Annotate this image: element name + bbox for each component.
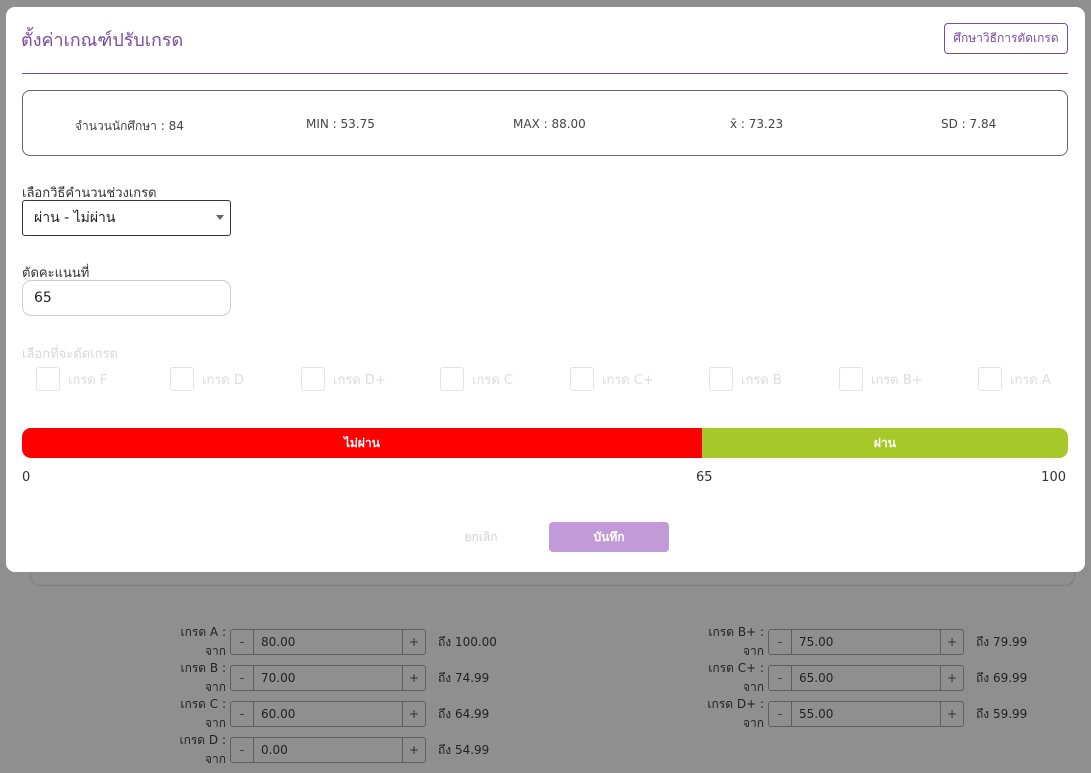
cancel-button[interactable]: ยกเลิก <box>451 524 511 550</box>
checkbox-icon[interactable] <box>440 367 464 391</box>
grade-range-row: เกรด B+ : จาก - 75.00 + ถึง 79.99 <box>698 623 1027 661</box>
checkbox-icon[interactable] <box>709 367 733 391</box>
grade-checkbox-label: เกรด B+ <box>871 372 923 388</box>
grade-range-to: ถึง 59.99 <box>976 706 1028 721</box>
grade-checkbox-label: เกรด B <box>741 372 782 388</box>
grade-range-row: เกรด C : จาก - 60.00 + ถึง 64.99 <box>160 695 489 733</box>
decrement-button[interactable]: - <box>231 702 253 726</box>
increment-button[interactable]: + <box>403 738 425 762</box>
grade-range-input[interactable]: 75.00 <box>791 630 941 654</box>
grade-range-row: เกรด C+ : จาก - 65.00 + ถึง 69.99 <box>698 659 1027 697</box>
grade-checkbox-f[interactable]: เกรด F <box>36 367 107 391</box>
grade-range-stepper[interactable]: - 65.00 + <box>768 665 964 691</box>
grade-range-stepper[interactable]: - 70.00 + <box>230 665 426 691</box>
grade-range-row: เกรด B : จาก - 70.00 + ถึง 74.99 <box>160 659 489 697</box>
method-select-value: ผ่าน - ไม่ผ่าน <box>34 210 116 226</box>
grade-range-input[interactable]: 55.00 <box>791 702 941 726</box>
grade-range-to: ถึง 74.99 <box>438 670 490 685</box>
stat-min: MIN : 53.75 <box>306 117 375 131</box>
method-select[interactable]: ผ่าน - ไม่ผ่าน <box>22 200 231 236</box>
grade-criteria-modal: ตั้งค่าเกณฑ์ปรับเกรด ศึกษาวิธีการตัดเกรด… <box>6 7 1085 572</box>
grade-range-input[interactable]: 0.00 <box>253 738 403 762</box>
grade-checkbox-a[interactable]: เกรด A <box>978 367 1051 391</box>
save-button[interactable]: บันทึก <box>549 522 669 552</box>
increment-button[interactable]: + <box>941 666 963 690</box>
grade-range-label: เกรด B : จาก <box>180 661 226 694</box>
grade-range-row: เกรด A : จาก - 80.00 + ถึง 100.00 <box>160 623 497 661</box>
statistics-box: จำนวนนักศึกษา : 84 MIN : 53.75 MAX : 88.… <box>22 90 1068 156</box>
decrement-button[interactable]: - <box>769 666 791 690</box>
decrement-button[interactable]: - <box>769 630 791 654</box>
grade-checkbox-c-plus[interactable]: เกรด C+ <box>570 367 654 391</box>
grade-checkbox-label: เกรด A <box>1010 372 1051 388</box>
stat-students: จำนวนนักศึกษา : 84 <box>75 119 184 133</box>
grade-checkbox-label: เกรด D <box>202 372 244 388</box>
stat-max: MAX : 88.00 <box>513 117 586 131</box>
grade-range-row: เกรด D+ : จาก - 55.00 + ถึง 59.99 <box>698 695 1027 733</box>
study-grading-button[interactable]: ศึกษาวิธีการตัดเกรด <box>944 23 1068 54</box>
grade-range-input[interactable]: 80.00 <box>253 630 403 654</box>
grade-range-input[interactable]: 60.00 <box>253 702 403 726</box>
grade-checkbox-label: เกรด C+ <box>602 372 654 388</box>
checkbox-icon[interactable] <box>978 367 1002 391</box>
checkbox-icon[interactable] <box>301 367 325 391</box>
grade-checkbox-d[interactable]: เกรด D <box>170 367 244 391</box>
cut-score-value: 65 <box>34 290 52 306</box>
grade-range-label: เกรด A : จาก <box>180 625 227 658</box>
stat-sd: SD : 7.84 <box>941 117 997 131</box>
checkbox-icon[interactable] <box>170 367 194 391</box>
grade-checkbox-d-plus[interactable]: เกรด D+ <box>301 367 386 391</box>
grade-range-label: เกรด C+ : จาก <box>708 661 764 694</box>
increment-button[interactable]: + <box>403 666 425 690</box>
grade-range-to: ถึง 54.99 <box>438 742 490 757</box>
scale-max: 100 <box>1041 470 1066 485</box>
grade-range-stepper[interactable]: - 55.00 + <box>768 701 964 727</box>
checkbox-icon[interactable] <box>36 367 60 391</box>
grade-range-to: ถึง 100.00 <box>438 634 497 649</box>
increment-button[interactable]: + <box>941 702 963 726</box>
grade-range-to: ถึง 79.99 <box>976 634 1028 649</box>
decrement-button[interactable]: - <box>231 666 253 690</box>
scale-min: 0 <box>22 470 31 485</box>
grade-range-label: เกรด C : จาก <box>180 697 226 730</box>
increment-button[interactable]: + <box>403 702 425 726</box>
checkbox-icon[interactable] <box>570 367 594 391</box>
grade-checkbox-c[interactable]: เกรด C <box>440 367 513 391</box>
cut-score-input[interactable]: 65 <box>22 280 231 316</box>
grade-range-label: เกรด D+ : จาก <box>707 697 764 730</box>
grade-range-label: เกรด B+ : จาก <box>708 625 764 658</box>
grade-select-label: เลือกที่จะตัดเกรด <box>22 347 118 362</box>
grade-range-label: เกรด D : จาก <box>179 733 226 766</box>
modal-title: ตั้งค่าเกณฑ์ปรับเกรด <box>21 30 184 51</box>
grade-range-input[interactable]: 70.00 <box>253 666 403 690</box>
checkbox-icon[interactable] <box>839 367 863 391</box>
increment-button[interactable]: + <box>941 630 963 654</box>
grade-range-stepper[interactable]: - 80.00 + <box>230 629 426 655</box>
decrement-button[interactable]: - <box>769 702 791 726</box>
grade-range-to: ถึง 64.99 <box>438 706 490 721</box>
grade-checkbox-b-plus[interactable]: เกรด B+ <box>839 367 923 391</box>
grade-range-row: เกรด D : จาก - 0.00 + ถึง 54.99 <box>160 731 489 769</box>
grade-range-bar: ไม่ผ่าน ผ่าน <box>22 428 1068 458</box>
grade-range-input[interactable]: 65.00 <box>791 666 941 690</box>
increment-button[interactable]: + <box>403 630 425 654</box>
grade-range-stepper[interactable]: - 75.00 + <box>768 629 964 655</box>
grade-checkbox-b[interactable]: เกรด B <box>709 367 782 391</box>
stat-mean: x̄ : 73.23 <box>730 117 784 131</box>
grade-range-stepper[interactable]: - 60.00 + <box>230 701 426 727</box>
pass-segment: ผ่าน <box>701 428 1068 458</box>
chevron-down-icon <box>216 215 224 220</box>
fail-segment: ไม่ผ่าน <box>22 428 702 458</box>
title-divider <box>22 73 1068 74</box>
grade-range-stepper[interactable]: - 0.00 + <box>230 737 426 763</box>
grade-checkbox-label: เกรด C <box>472 372 513 388</box>
fail-label: ไม่ผ่าน <box>343 435 380 450</box>
grade-checkbox-label: เกรด D+ <box>333 372 386 388</box>
grade-checkbox-label: เกรด F <box>68 372 108 388</box>
scale-cut: 65 <box>696 470 713 485</box>
decrement-button[interactable]: - <box>231 738 253 762</box>
decrement-button[interactable]: - <box>231 630 253 654</box>
pass-label: ผ่าน <box>873 435 896 450</box>
grade-range-to: ถึง 69.99 <box>976 670 1028 685</box>
